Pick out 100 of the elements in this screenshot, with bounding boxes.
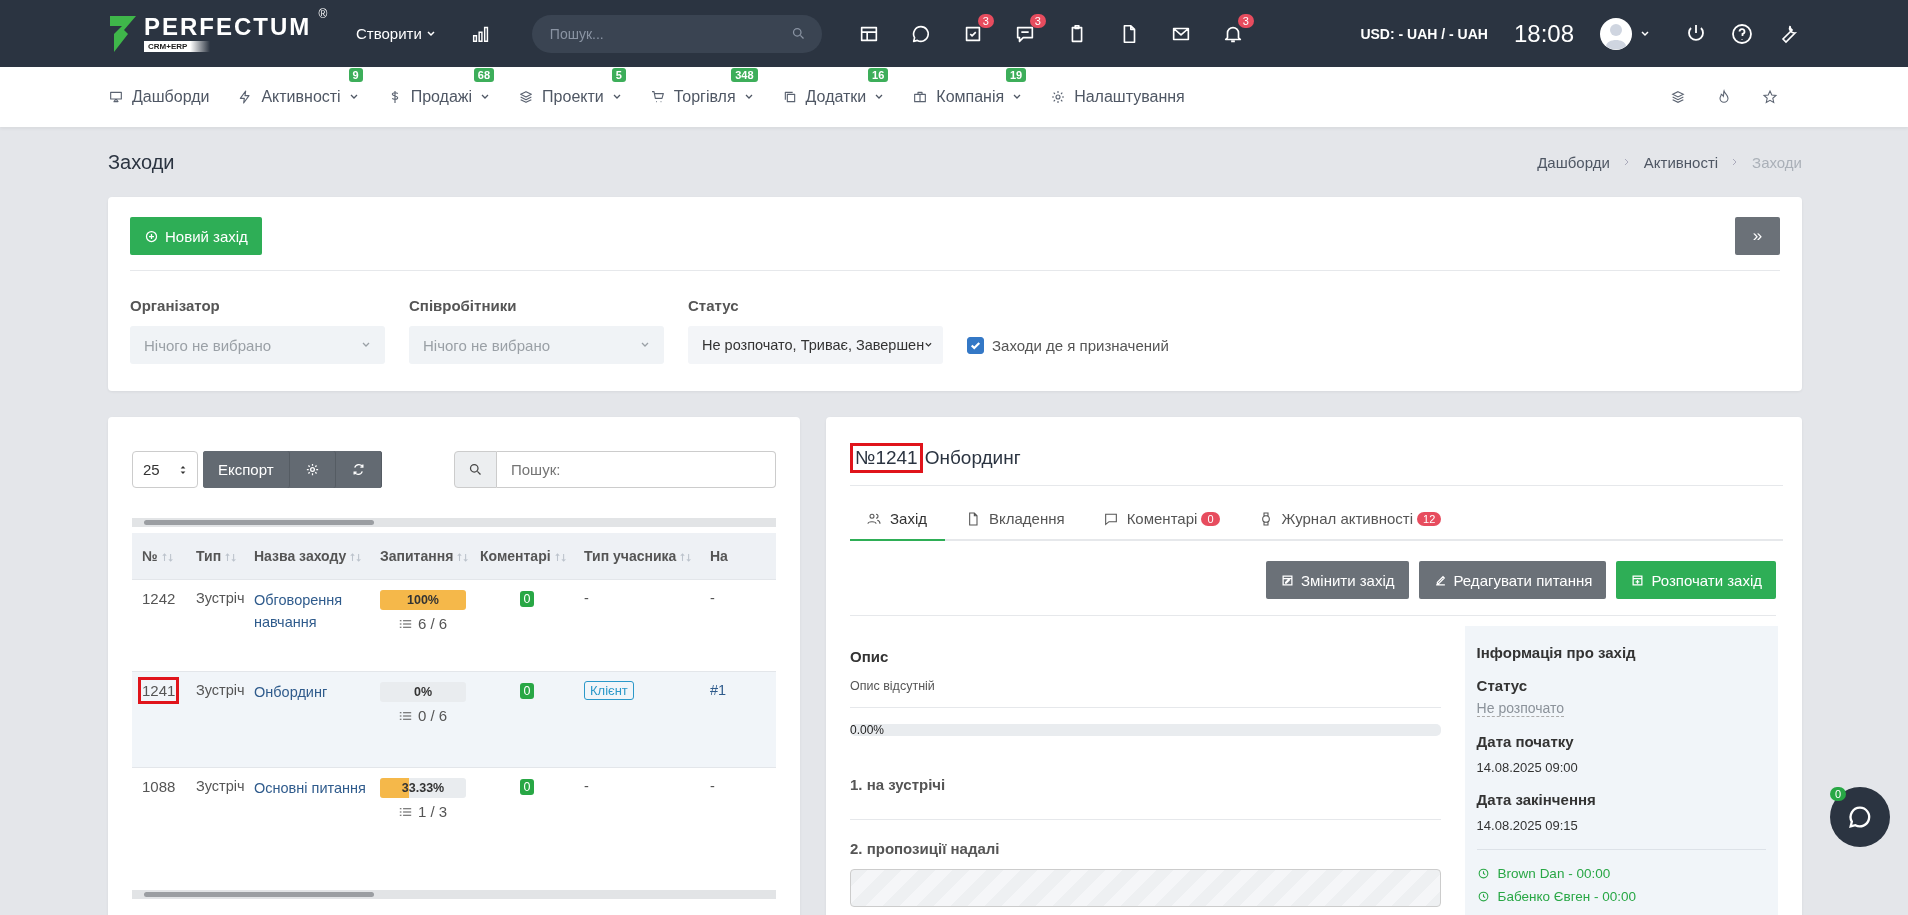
sort-icon	[679, 551, 694, 563]
logo-subtitle: CRM+ERP	[144, 41, 210, 52]
scrollbar[interactable]	[132, 889, 776, 899]
column-header[interactable]: Коментарі	[470, 533, 574, 580]
plus-circle-icon	[144, 228, 159, 244]
refresh-icon	[350, 462, 366, 477]
select-field[interactable]: Не розпочато, Триває, Завершен	[688, 326, 943, 364]
clock-icon	[1476, 867, 1490, 880]
count-badge: 5	[611, 68, 626, 82]
scrollbar[interactable]	[132, 518, 776, 527]
flame-icon[interactable]	[1716, 89, 1732, 105]
count-badge: 68	[473, 68, 495, 82]
currency-rate: USD: - UAH / - UAH	[1360, 25, 1488, 42]
field-value: 14.08.2025 09:00	[1476, 760, 1579, 775]
participant-tag: Клієнт	[584, 681, 634, 700]
table-cell: -	[710, 778, 715, 794]
comment-count-badge: 0	[519, 683, 535, 699]
search-icon	[790, 25, 806, 41]
search-icon	[468, 462, 483, 477]
tab[interactable]: Захід	[850, 500, 945, 541]
column-header[interactable]: На	[700, 533, 776, 580]
event-link[interactable]: Основні питання	[254, 778, 370, 800]
notification-badge: 3	[1029, 13, 1046, 28]
edit-questions-button[interactable]: Редагувати питання	[1418, 561, 1607, 599]
expand-button[interactable]: »	[1735, 217, 1780, 255]
field-label: Дата початку	[1476, 733, 1575, 750]
count-badge: 348	[731, 68, 758, 82]
layers-icon	[518, 89, 535, 105]
export-button[interactable]: Експорт	[203, 451, 290, 488]
page-size-select[interactable]: 25	[132, 451, 198, 488]
list-icon	[398, 618, 412, 629]
clock: 18:08	[1513, 19, 1574, 48]
create-menu[interactable]: Створити	[350, 24, 442, 43]
notification-badge: 0	[1830, 787, 1847, 801]
settings-icon	[1050, 89, 1067, 105]
chevron-down-icon	[924, 340, 933, 350]
chevron-down-icon[interactable]	[1640, 28, 1650, 39]
table-cell: #1	[710, 682, 727, 698]
tab[interactable]: Коментарі 0	[1086, 500, 1238, 541]
sort-icon	[224, 551, 239, 563]
table-cell: -	[710, 590, 715, 606]
table-cell: -	[584, 778, 589, 794]
column-header[interactable]: Запитання	[370, 533, 470, 580]
sort-icon	[553, 551, 568, 563]
layers-icon[interactable]	[1670, 89, 1686, 105]
chat-button[interactable]	[1830, 787, 1890, 847]
schedule-entry: Brown Dan - 00:00	[1497, 866, 1611, 881]
progress-label: 0.00%	[850, 723, 885, 737]
field-value: 14.08.2025 09:15	[1476, 818, 1579, 833]
breadcrumb-link[interactable]: Дашборди	[1537, 153, 1610, 171]
column-header[interactable]: №	[132, 533, 186, 580]
chevron-down-icon	[425, 28, 436, 39]
sort-icon	[456, 551, 471, 563]
star-icon[interactable]	[1762, 89, 1778, 105]
table-search-field[interactable]: Пошук:	[497, 451, 776, 488]
event-number: №1241	[850, 443, 923, 473]
checkbox[interactable]	[967, 336, 984, 354]
help-icon[interactable]	[1730, 21, 1754, 46]
count-badge: 19	[1005, 68, 1027, 82]
clock-icon	[1476, 890, 1490, 903]
tab[interactable]: Журнал активності 12	[1241, 500, 1460, 541]
count-badge: 9	[348, 68, 363, 82]
cart-icon	[649, 89, 666, 105]
filter-label: Організатор	[130, 297, 221, 314]
count-badge: 12	[1417, 511, 1442, 526]
field-label: Статус	[1476, 677, 1529, 694]
nav-item[interactable]: Дашборди	[108, 88, 210, 106]
registered-mark: ®	[318, 7, 328, 21]
list-icon	[398, 710, 412, 721]
column-header[interactable]: Тип учасника	[574, 533, 700, 580]
notification-badge: 3	[977, 13, 994, 28]
progress-label: 100%	[406, 592, 440, 609]
page-title: Заходи	[108, 150, 175, 174]
answered-count: 6 / 6	[417, 615, 448, 632]
progress-label: 0%	[412, 684, 434, 701]
tab[interactable]: Вкладення	[949, 500, 1083, 541]
search-field[interactable]: Пошук...	[531, 14, 822, 53]
breadcrumb-link[interactable]: Активності	[1643, 153, 1719, 171]
avatar-icon[interactable]	[1600, 17, 1632, 50]
event-link[interactable]: Обговорення навчання	[254, 590, 370, 634]
table-cell: 1241	[138, 677, 180, 704]
table-cell: Зустріч	[196, 590, 245, 606]
question-label: 2. пропозиції надалі	[850, 840, 1000, 857]
table-cell-text: 1088	[141, 777, 177, 797]
section-heading: Опис	[850, 648, 890, 665]
question-label: 1. на зустрічі	[850, 776, 946, 793]
answer-field[interactable]	[850, 869, 1441, 907]
filter-label: Статус	[688, 297, 740, 314]
filter-label: Співробітники	[409, 297, 518, 314]
edit-event-button[interactable]: Змінити захід	[1265, 561, 1409, 599]
nav-item[interactable]: Налаштування	[1050, 88, 1185, 106]
column-header[interactable]: Тип	[186, 533, 244, 580]
column-header[interactable]: Назва заходу	[244, 533, 370, 580]
sort-arrows-icon	[179, 463, 187, 476]
briefcase-icon	[912, 89, 929, 105]
event-link[interactable]: Онбординг	[254, 682, 370, 704]
checkbox-label: Заходи де я призначений	[992, 336, 1169, 354]
list-icon	[398, 806, 412, 817]
sort-icon	[160, 551, 175, 563]
logo-icon	[108, 13, 138, 54]
